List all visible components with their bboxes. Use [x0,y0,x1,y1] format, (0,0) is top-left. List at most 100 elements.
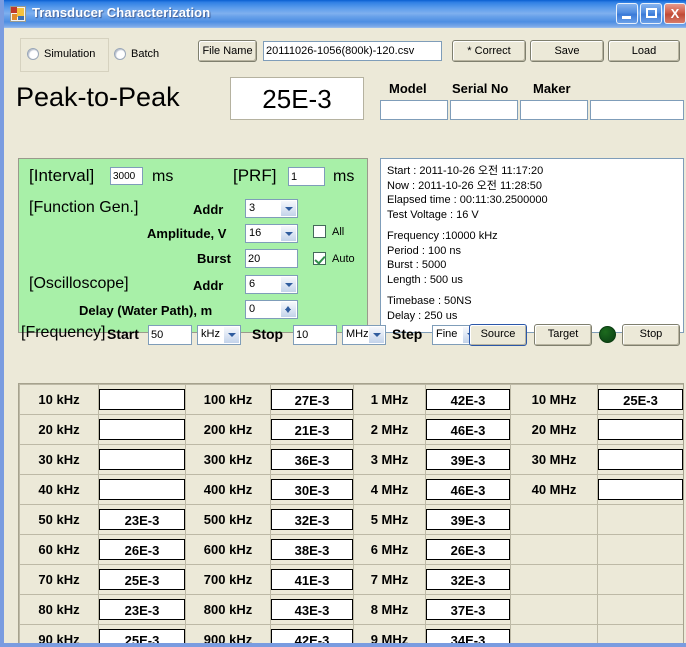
measurement-value-cell[interactable] [597,474,683,505]
measurement-value-cell[interactable] [98,384,186,415]
measurement-value-cell[interactable]: 41E-3 [270,564,354,595]
measurement-value-cell[interactable]: 34E-3 [425,624,511,643]
measurement-input[interactable]: 26E-3 [99,539,185,560]
measurement-input[interactable]: 25E-3 [99,569,185,590]
measurement-input[interactable]: 21E-3 [271,419,353,440]
measurement-input[interactable] [598,479,683,500]
measurement-value-cell[interactable]: 32E-3 [425,564,511,595]
measurement-input[interactable]: 36E-3 [271,449,353,470]
chevron-down-icon[interactable] [280,277,296,292]
save-button[interactable]: Save [530,40,604,62]
start-unit-combo[interactable]: kHz [197,325,241,345]
stop-frequency-input[interactable]: 10 [293,325,337,345]
measurement-table[interactable]: 10 kHz 100 kHz 27E-3 1 MHz 42E-3 10 MHz 25E-3 2… [18,383,684,643]
measurement-value-cell[interactable] [597,414,683,445]
measurement-input[interactable] [99,389,185,410]
prf-input[interactable]: 1 [288,167,325,186]
measurement-value-cell[interactable]: 36E-3 [270,444,354,475]
measurement-value-cell[interactable]: 43E-3 [270,594,354,625]
source-button[interactable]: Source [469,324,527,346]
measurement-input[interactable] [598,419,683,440]
measurement-input[interactable] [99,479,185,500]
measurement-value-cell[interactable]: 32E-3 [270,504,354,535]
measurement-value-cell[interactable]: 46E-3 [425,474,511,505]
measurement-input[interactable]: 27E-3 [271,389,353,410]
measurement-value-cell[interactable] [98,444,186,475]
stop-button[interactable]: Stop [622,324,680,346]
file-name-button[interactable]: File Name [198,40,257,62]
measurement-input[interactable] [99,419,185,440]
device-extra-input[interactable] [590,100,684,120]
measurement-input[interactable]: 32E-3 [426,569,510,590]
measurement-value-cell[interactable]: 37E-3 [425,594,511,625]
measurement-input[interactable]: 30E-3 [271,479,353,500]
measurement-value-cell[interactable] [98,474,186,505]
spinner-arrows-icon[interactable] [280,302,296,317]
model-input[interactable] [380,100,448,120]
delay-spinner[interactable]: 0 [245,300,298,319]
measurement-input[interactable]: 46E-3 [426,479,510,500]
measurement-value-cell [597,624,683,643]
file-name-input[interactable]: 20111026-1056(800k)-120.csv [263,41,442,61]
amplitude-combo[interactable]: 16 [245,224,298,243]
serial-no-input[interactable] [450,100,518,120]
measurement-input[interactable]: 41E-3 [271,569,353,590]
maximize-button[interactable] [640,3,662,24]
measurement-value-cell[interactable]: 26E-3 [98,534,186,565]
stop-unit-combo[interactable]: MHz [342,325,386,345]
maker-input[interactable] [520,100,588,120]
measurement-input[interactable]: 34E-3 [426,629,510,643]
measurement-value-cell[interactable]: 46E-3 [425,414,511,445]
chevron-down-icon[interactable] [280,226,296,241]
start-frequency-input[interactable]: 50 [148,325,192,345]
funcgen-addr-combo[interactable]: 3 [245,199,298,218]
minimize-button[interactable] [616,3,638,24]
measurement-input[interactable] [99,449,185,470]
measurement-value-cell[interactable]: 27E-3 [270,384,354,415]
chevron-down-icon[interactable] [280,201,296,216]
close-button[interactable]: X [664,3,686,24]
measurement-value-cell[interactable]: 26E-3 [425,534,511,565]
burst-input[interactable]: 20 [245,249,298,268]
measurement-input[interactable]: 46E-3 [426,419,510,440]
measurement-value-cell[interactable]: 25E-3 [98,624,186,643]
interval-input[interactable]: 3000 [110,167,143,185]
osc-addr-combo[interactable]: 6 [245,275,298,294]
measurement-value-cell[interactable]: 42E-3 [270,624,354,643]
measurement-input[interactable]: 39E-3 [426,449,510,470]
measurement-input[interactable]: 42E-3 [426,389,510,410]
measurement-input[interactable]: 23E-3 [99,509,185,530]
measurement-input[interactable]: 23E-3 [99,599,185,620]
measurement-input[interactable]: 25E-3 [99,629,185,643]
measurement-value-cell[interactable] [98,414,186,445]
chevron-down-icon[interactable] [368,327,384,343]
load-button[interactable]: Load [608,40,680,62]
measurement-value-cell[interactable]: 25E-3 [98,564,186,595]
measurement-value-cell[interactable]: 42E-3 [425,384,511,415]
checkbox-auto[interactable]: Auto [313,252,355,265]
measurement-input[interactable]: 39E-3 [426,509,510,530]
measurement-value-cell[interactable]: 39E-3 [425,444,511,475]
measurement-value-cell[interactable]: 21E-3 [270,414,354,445]
measurement-value-cell[interactable]: 23E-3 [98,594,186,625]
measurement-input[interactable]: 43E-3 [271,599,353,620]
measurement-value-cell[interactable]: 38E-3 [270,534,354,565]
measurement-value-cell[interactable]: 30E-3 [270,474,354,505]
measurement-input[interactable]: 32E-3 [271,509,353,530]
measurement-value-cell[interactable] [597,444,683,475]
correct-button[interactable]: * Correct [452,40,526,62]
radio-simulation[interactable]: Simulation [27,48,95,60]
radio-batch[interactable]: Batch [114,48,159,60]
measurement-value-cell[interactable]: 25E-3 [597,384,683,415]
target-button[interactable]: Target [534,324,592,346]
measurement-input[interactable]: 37E-3 [426,599,510,620]
measurement-value-cell[interactable]: 23E-3 [98,504,186,535]
measurement-input[interactable]: 38E-3 [271,539,353,560]
measurement-input[interactable]: 42E-3 [271,629,353,643]
measurement-input[interactable] [598,449,683,470]
checkbox-all[interactable]: All [313,225,344,238]
measurement-input[interactable]: 26E-3 [426,539,510,560]
chevron-down-icon[interactable] [223,327,239,343]
measurement-value-cell[interactable]: 39E-3 [425,504,511,535]
measurement-input[interactable]: 25E-3 [598,389,683,410]
